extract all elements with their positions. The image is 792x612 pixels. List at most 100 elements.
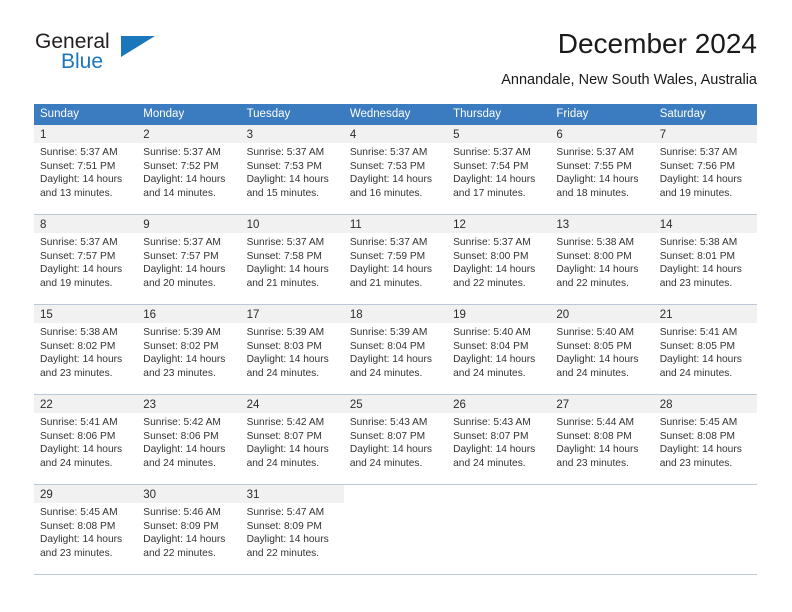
sunrise-text: Sunrise: 5:41 AM — [40, 417, 118, 428]
day-details: Sunrise: 5:37 AM Sunset: 7:53 PM Daylight:… — [241, 143, 344, 200]
day-number-band: 8 — [34, 215, 138, 233]
calendar-day-cell[interactable]: 27 Sunrise: 5:44 AM Sunset: 8:08 PM Dayligh… — [550, 395, 654, 484]
day-details: Sunrise: 5:37 AM Sunset: 7:54 PM Daylight:… — [447, 143, 550, 200]
day-details: Sunrise: 5:43 AM Sunset: 8:07 PM Daylight:… — [447, 413, 550, 470]
calendar-day-cell[interactable]: 13 Sunrise: 5:38 AM Sunset: 8:00 PM Dayligh… — [550, 215, 654, 304]
daylight-text-line2: and 24 minutes. — [556, 367, 629, 379]
daylight-text-line1: Daylight: 14 hours — [40, 174, 123, 186]
daylight-text-line1: Daylight: 14 hours — [143, 264, 226, 276]
calendar-day-cell[interactable]: 3 Sunrise: 5:37 AM Sunset: 7:53 PM Daylight… — [240, 125, 344, 214]
daylight-text-line2: and 24 minutes. — [40, 457, 113, 469]
calendar-day-cell[interactable]: 30 Sunrise: 5:46 AM Sunset: 8:09 PM Dayligh… — [137, 485, 241, 574]
daylight-text-line1: Daylight: 14 hours — [453, 264, 536, 276]
day-number-band: 6 — [550, 125, 654, 143]
daylight-text-line1: Daylight: 14 hours — [349, 354, 432, 366]
day-details: Sunrise: 5:44 AM Sunset: 8:08 PM Daylight:… — [550, 413, 653, 470]
calendar-day-cell[interactable]: 15 Sunrise: 5:38 AM Sunset: 8:02 PM Dayligh… — [34, 305, 138, 394]
calendar-day-cell[interactable]: 17 Sunrise: 5:39 AM Sunset: 8:03 PM Dayligh… — [240, 305, 344, 394]
general-blue-logo[interactable]: General Blue — [35, 28, 165, 84]
calendar-day-cell[interactable]: 19 Sunrise: 5:40 AM Sunset: 8:04 PM Dayligh… — [447, 305, 551, 394]
calendar-day-cell[interactable]: 18 Sunrise: 5:39 AM Sunset: 8:04 PM Dayligh… — [343, 305, 448, 394]
day-number-band: 25 — [343, 395, 448, 413]
day-number-band: 18 — [343, 305, 448, 323]
calendar-day-cell[interactable]: 2 Sunrise: 5:37 AM Sunset: 7:52 PM Daylight… — [137, 125, 241, 214]
sunset-text: Sunset: 7:53 PM — [246, 160, 322, 172]
day-number: 13 — [556, 219, 570, 231]
day-number-band: 26 — [447, 395, 551, 413]
daylight-text-line1: Daylight: 14 hours — [659, 444, 742, 456]
day-details: Sunrise: 5:41 AM Sunset: 8:05 PM Daylight:… — [654, 323, 757, 380]
calendar-day-cell-empty — [550, 485, 654, 574]
daylight-text-line2: and 18 minutes. — [556, 187, 629, 199]
calendar-day-cell[interactable]: 29 Sunrise: 5:45 AM Sunset: 8:08 PM Dayligh… — [34, 485, 138, 574]
daylight-text-line1: Daylight: 14 hours — [453, 444, 536, 456]
day-number: 5 — [453, 129, 460, 141]
daylight-text-line2: and 23 minutes. — [40, 547, 113, 559]
day-details: Sunrise: 5:37 AM Sunset: 8:00 PM Daylight:… — [447, 233, 550, 290]
calendar-day-cell[interactable]: 9 Sunrise: 5:37 AM Sunset: 7:57 PM Daylight… — [137, 215, 241, 304]
day-number-band: 19 — [447, 305, 551, 323]
logo-text-blue: Blue — [61, 50, 104, 73]
sunset-text: Sunset: 7:55 PM — [556, 160, 632, 172]
calendar-day-cell[interactable]: 26 Sunrise: 5:43 AM Sunset: 8:07 PM Dayligh… — [447, 395, 551, 484]
sunrise-text: Sunrise: 5:46 AM — [143, 507, 221, 518]
calendar-day-cell[interactable]: 12 Sunrise: 5:37 AM Sunset: 8:00 PM Dayligh… — [447, 215, 551, 304]
weekday-header-saturday: Saturday — [659, 108, 706, 120]
sunrise-text: Sunrise: 5:40 AM — [556, 327, 634, 338]
sunrise-text: Sunrise: 5:43 AM — [453, 417, 531, 428]
calendar-day-cell[interactable]: 23 Sunrise: 5:42 AM Sunset: 8:06 PM Dayligh… — [137, 395, 241, 484]
day-details: Sunrise: 5:47 AM Sunset: 8:09 PM Daylight:… — [241, 503, 344, 560]
calendar-day-cell[interactable]: 8 Sunrise: 5:37 AM Sunset: 7:57 PM Daylight… — [34, 215, 138, 304]
day-number: 21 — [659, 309, 673, 321]
day-number-band: 11 — [343, 215, 448, 233]
day-details: Sunrise: 5:45 AM Sunset: 8:08 PM Daylight:… — [34, 503, 137, 560]
sunset-text: Sunset: 8:06 PM — [40, 430, 116, 442]
calendar-day-cell[interactable]: 21 Sunrise: 5:41 AM Sunset: 8:05 PM Dayligh… — [653, 305, 757, 394]
calendar-day-cell[interactable]: 16 Sunrise: 5:39 AM Sunset: 8:02 PM Dayligh… — [137, 305, 241, 394]
calendar-day-cell[interactable]: 1 Sunrise: 5:37 AM Sunset: 7:51 PM Daylight… — [34, 125, 138, 214]
daylight-text-line2: and 24 minutes. — [453, 457, 526, 469]
calendar-day-cell[interactable]: 14 Sunrise: 5:38 AM Sunset: 8:01 PM Dayligh… — [653, 215, 757, 304]
daylight-text-line1: Daylight: 14 hours — [659, 174, 742, 186]
calendar-day-cell[interactable]: 5 Sunrise: 5:37 AM Sunset: 7:54 PM Daylight… — [447, 125, 551, 214]
daylight-text-line1: Daylight: 14 hours — [246, 354, 329, 366]
day-number-band: 23 — [137, 395, 241, 413]
day-number-band: 24 — [240, 395, 344, 413]
day-number: 26 — [453, 399, 466, 411]
calendar-day-cell[interactable]: 28 Sunrise: 5:45 AM Sunset: 8:08 PM Dayligh… — [653, 395, 757, 484]
day-details: Sunrise: 5:37 AM Sunset: 7:55 PM Daylight:… — [550, 143, 653, 200]
calendar-week-row: 22 Sunrise: 5:41 AM Sunset: 8:06 PM Dayligh… — [34, 395, 757, 485]
sunset-text: Sunset: 7:57 PM — [40, 250, 116, 262]
day-number-band: 31 — [240, 485, 344, 503]
calendar-day-cell[interactable]: 6 Sunrise: 5:37 AM Sunset: 7:55 PM Daylight… — [550, 125, 654, 214]
calendar-day-cell[interactable]: 20 Sunrise: 5:40 AM Sunset: 8:05 PM Dayligh… — [550, 305, 654, 394]
day-number-band — [654, 485, 757, 503]
calendar-day-cell[interactable]: 10 Sunrise: 5:37 AM Sunset: 7:58 PM Dayligh… — [240, 215, 344, 304]
calendar-day-cell[interactable]: 22 Sunrise: 5:41 AM Sunset: 8:06 PM Dayligh… — [34, 395, 138, 484]
sunrise-text: Sunrise: 5:40 AM — [453, 327, 531, 338]
daylight-text-line2: and 23 minutes. — [659, 277, 733, 289]
daylight-text-line1: Daylight: 14 hours — [453, 174, 536, 186]
day-number-band: 14 — [653, 215, 757, 233]
daylight-text-line1: Daylight: 14 hours — [143, 174, 226, 186]
day-details: Sunrise: 5:39 AM Sunset: 8:04 PM Daylight:… — [344, 323, 447, 380]
sunrise-text: Sunrise: 5:37 AM — [40, 237, 118, 248]
page-header: General Blue December 2024 Annandale, Ne… — [35, 28, 757, 96]
daylight-text-line2: and 24 minutes. — [349, 367, 423, 379]
day-details: Sunrise: 5:39 AM Sunset: 8:03 PM Daylight:… — [241, 323, 344, 380]
sunset-text: Sunset: 7:59 PM — [349, 250, 426, 262]
calendar-day-cell[interactable]: 31 Sunrise: 5:47 AM Sunset: 8:09 PM Dayligh… — [240, 485, 344, 574]
calendar-day-cell[interactable]: 24 Sunrise: 5:42 AM Sunset: 8:07 PM Dayligh… — [240, 395, 344, 484]
sunrise-text: Sunrise: 5:45 AM — [659, 417, 738, 428]
day-details: Sunrise: 5:38 AM Sunset: 8:00 PM Daylight:… — [550, 233, 653, 290]
calendar-day-cell[interactable]: 11 Sunrise: 5:37 AM Sunset: 7:59 PM Dayligh… — [343, 215, 448, 304]
calendar-week-row: 1 Sunrise: 5:37 AM Sunset: 7:51 PM Daylight… — [34, 125, 757, 215]
day-number: 29 — [40, 489, 53, 501]
calendar-day-cell[interactable]: 4 Sunrise: 5:37 AM Sunset: 7:53 PM Daylight… — [343, 125, 448, 214]
day-number: 3 — [246, 129, 253, 141]
daylight-text-line1: Daylight: 14 hours — [143, 444, 226, 456]
weekday-header-monday: Monday — [143, 108, 185, 120]
sunrise-text: Sunrise: 5:39 AM — [246, 327, 325, 338]
calendar-day-cell[interactable]: 7 Sunrise: 5:37 AM Sunset: 7:56 PM Daylight… — [653, 125, 757, 214]
calendar-day-cell[interactable]: 25 Sunrise: 5:43 AM Sunset: 8:07 PM Dayligh… — [343, 395, 448, 484]
